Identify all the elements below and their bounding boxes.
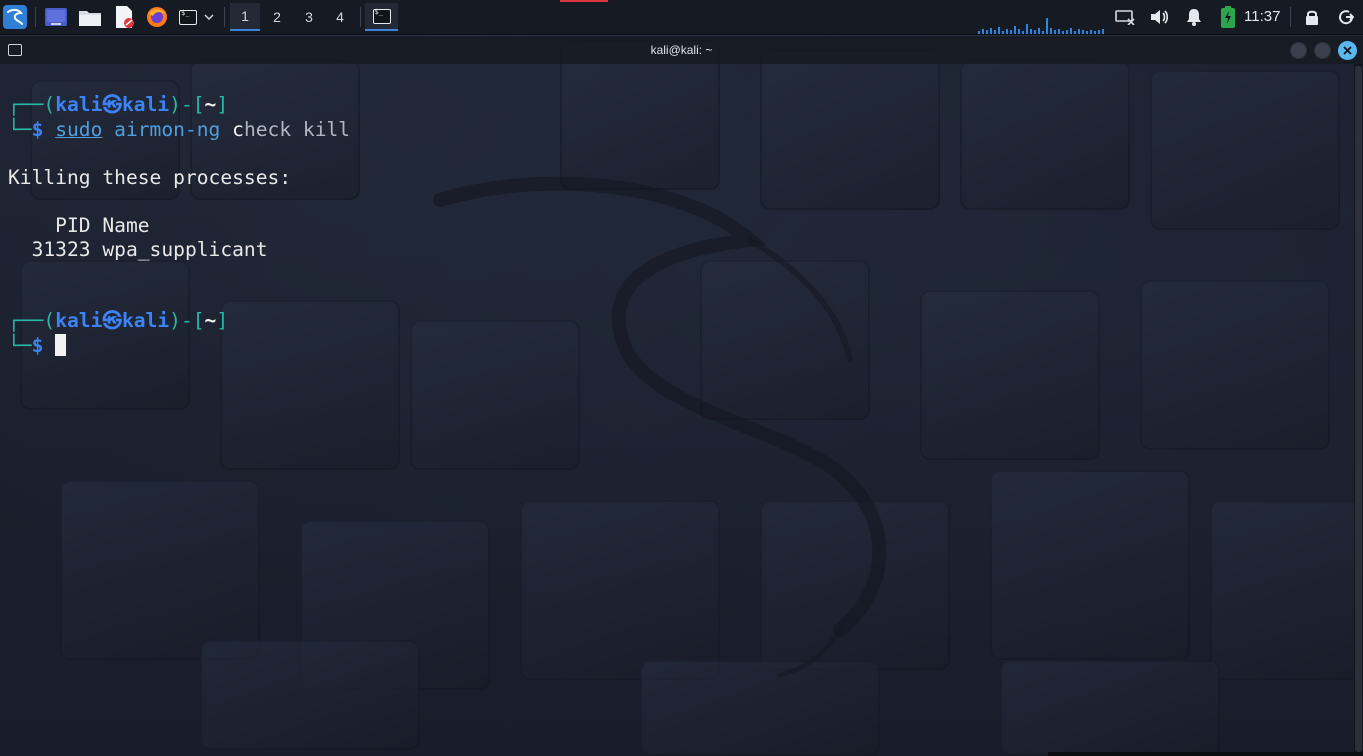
prompt-frame: ┌──( xyxy=(8,309,56,332)
prompt-frame: )-[ xyxy=(169,309,205,332)
maximize-button[interactable] xyxy=(1314,42,1331,59)
window-title: kali@kali: ~ xyxy=(650,43,713,57)
taskbar-terminal-window[interactable] xyxy=(365,3,398,31)
battery-icon[interactable] xyxy=(1215,4,1241,30)
text-cursor xyxy=(55,334,67,356)
show-desktop-icon[interactable] xyxy=(43,4,69,30)
command-line-1: └─$ sudo airmon-ng check kill xyxy=(8,118,350,142)
command-args: heck kill xyxy=(243,118,351,141)
command-line-2[interactable]: └─$ xyxy=(8,334,67,358)
kali-menu-icon[interactable] xyxy=(2,4,28,30)
bell-icon[interactable] xyxy=(1181,4,1207,30)
prompt-directory: ~ xyxy=(204,93,217,116)
workspace-1[interactable]: 1 xyxy=(230,3,260,31)
output-table-row: 31323 wpa_supplicant xyxy=(8,238,268,261)
terminal-launcher-icon[interactable] xyxy=(175,4,201,30)
workspace-2[interactable]: 2 xyxy=(262,3,292,31)
network-activity-graph xyxy=(978,18,1104,34)
text-editor-icon[interactable] xyxy=(111,4,137,30)
network-icon[interactable] xyxy=(1112,4,1138,30)
prompt-dollar: $ xyxy=(31,334,44,357)
top-panel: 1 2 3 4 xyxy=(0,0,1363,35)
prompt-line-2: ┌──(kali㉿kali)-[~] xyxy=(8,309,228,333)
prompt-frame: )-[ xyxy=(169,93,205,116)
close-button[interactable] xyxy=(1338,41,1357,60)
lock-icon[interactable] xyxy=(1299,4,1325,30)
prompt-host: kali xyxy=(121,93,170,116)
prompt-frame: ┌──( xyxy=(8,93,56,116)
prompt-line-1: ┌──(kali㉿kali)-[~] xyxy=(8,93,228,117)
output-table-header: PID Name xyxy=(8,214,150,237)
prompt-host: kali xyxy=(121,309,170,332)
prompt-user: kali xyxy=(55,93,103,116)
command-sudo: sudo xyxy=(55,118,103,141)
terminal-icon xyxy=(372,8,391,24)
scrollbar-thumb[interactable] xyxy=(1355,66,1362,752)
firefox-icon[interactable] xyxy=(144,4,170,30)
close-icon xyxy=(1343,46,1352,55)
command-arg-first-char: c xyxy=(232,118,244,141)
output-line: Killing these processes: xyxy=(8,166,292,189)
prompt-dollar: $ xyxy=(31,118,44,141)
prompt-user: kali xyxy=(55,309,103,332)
prompt-frame: ] xyxy=(216,93,229,116)
power-icon[interactable] xyxy=(1333,4,1359,30)
prompt-at-symbol: ㉿ xyxy=(102,309,122,332)
minimize-button[interactable] xyxy=(1290,42,1307,59)
volume-icon[interactable] xyxy=(1146,4,1172,30)
bottom-edge xyxy=(1048,752,1363,756)
workspace-4[interactable]: 4 xyxy=(325,3,355,31)
prompt-directory: ~ xyxy=(204,309,217,332)
panel-indicator xyxy=(560,0,608,2)
clock[interactable]: 11:37 xyxy=(1244,8,1280,25)
chevron-down-icon[interactable] xyxy=(199,4,219,30)
workspace-3[interactable]: 3 xyxy=(294,3,324,31)
prompt-frame: ] xyxy=(216,309,229,332)
command-program: airmon-ng xyxy=(114,118,221,141)
window-titlebar[interactable]: kali@kali: ~ xyxy=(0,36,1363,64)
file-manager-icon[interactable] xyxy=(77,4,103,30)
prompt-at-symbol: ㉿ xyxy=(102,93,122,116)
prompt-frame: └─ xyxy=(8,334,32,357)
prompt-frame: └─ xyxy=(8,118,32,141)
desktop: 1 2 3 4 xyxy=(0,0,1363,756)
